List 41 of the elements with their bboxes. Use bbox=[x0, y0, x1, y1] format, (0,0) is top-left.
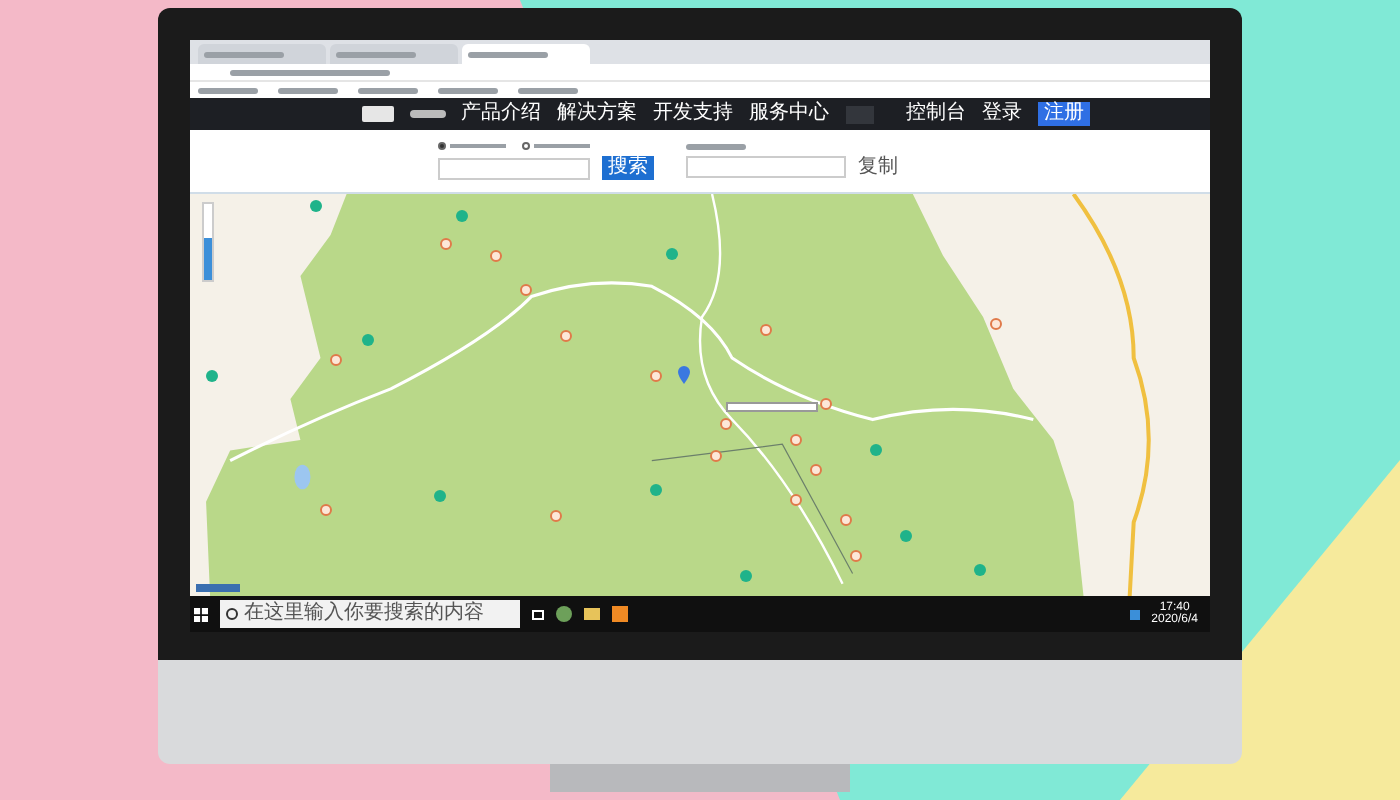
text-line-placeholder bbox=[410, 110, 446, 118]
poi-marker-icon[interactable] bbox=[990, 318, 1002, 330]
tab-title-placeholder bbox=[336, 51, 416, 57]
login-link[interactable]: 登录 bbox=[982, 104, 1022, 124]
park-marker-icon[interactable] bbox=[310, 200, 322, 212]
radio-option[interactable] bbox=[522, 142, 590, 150]
nav-link[interactable]: 解决方案 bbox=[557, 104, 638, 124]
text-line-placeholder bbox=[278, 87, 338, 93]
text-line-placeholder bbox=[358, 87, 418, 93]
register-button[interactable]: 注册 bbox=[1038, 102, 1090, 126]
copy-link[interactable]: 复制 bbox=[858, 157, 898, 177]
notification-square-icon[interactable] bbox=[1129, 609, 1140, 619]
search-button[interactable]: 搜索 bbox=[602, 156, 654, 180]
tab-title-placeholder bbox=[204, 51, 284, 57]
location-pin-icon[interactable] bbox=[678, 366, 690, 384]
site-logo[interactable] bbox=[362, 106, 395, 122]
browser-tab[interactable] bbox=[330, 44, 458, 64]
browser-tab[interactable] bbox=[462, 44, 590, 64]
tab-title-placeholder bbox=[468, 51, 548, 57]
park-marker-icon[interactable] bbox=[206, 370, 218, 382]
taskbar-search-field[interactable]: 在这里输入你要搜索的内容 bbox=[220, 600, 520, 628]
browser-tab[interactable] bbox=[198, 44, 326, 64]
task-view-icon[interactable] bbox=[532, 609, 544, 619]
lake bbox=[294, 464, 311, 490]
map-logo bbox=[196, 584, 240, 592]
radio-option[interactable] bbox=[438, 142, 506, 150]
windows-logo-icon[interactable] bbox=[194, 607, 208, 621]
text-line-placeholder bbox=[518, 87, 578, 93]
keyword-input[interactable] bbox=[438, 157, 590, 179]
text-line-placeholder bbox=[686, 144, 746, 150]
site-search-field[interactable] bbox=[845, 105, 874, 123]
coordinate-tooltip bbox=[726, 402, 818, 412]
address-bar[interactable] bbox=[190, 64, 1210, 82]
text-line-placeholder bbox=[438, 87, 498, 93]
console-link[interactable]: 控制台 bbox=[906, 104, 966, 124]
zoom-slider[interactable] bbox=[202, 202, 214, 282]
coordinate-field[interactable] bbox=[686, 156, 846, 178]
text-line-placeholder bbox=[198, 87, 258, 93]
nav-link[interactable]: 服务中心 bbox=[749, 104, 830, 124]
nav-link[interactable]: 开发支持 bbox=[653, 104, 734, 124]
nav-link[interactable]: 产品介绍 bbox=[461, 104, 542, 124]
